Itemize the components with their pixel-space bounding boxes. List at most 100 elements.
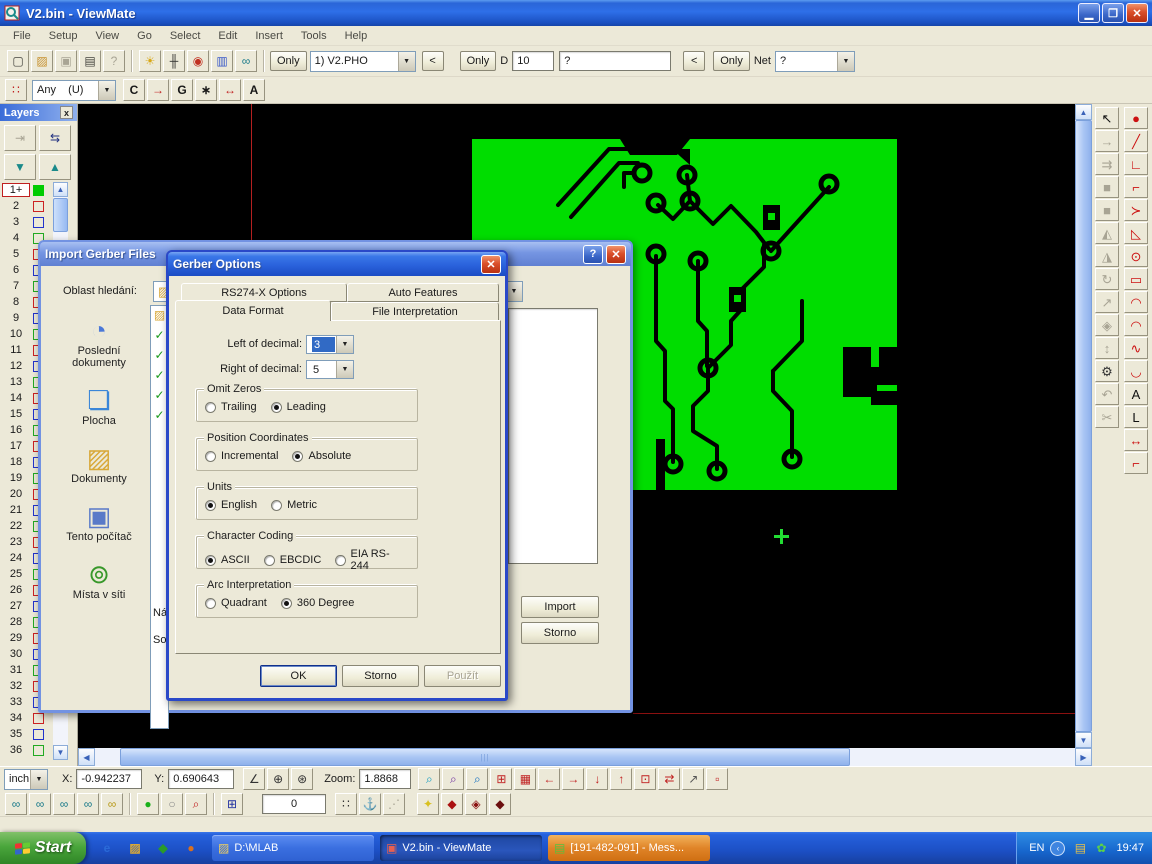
unit-combo[interactable]: inch ▼ bbox=[4, 769, 48, 790]
vertical-scrollbar[interactable]: ▲ ▼ bbox=[1075, 104, 1092, 748]
highlight-off-icon[interactable]: ○ bbox=[161, 793, 183, 815]
highlight-dcode-icon[interactable]: ◉ bbox=[187, 50, 209, 72]
radio-ebcdic[interactable]: EBCDIC bbox=[264, 554, 322, 566]
radio-trailing[interactable]: Trailing bbox=[205, 401, 257, 413]
task-messenger[interactable]: ▤[191-482-091] - Mess... bbox=[548, 835, 710, 861]
place-network[interactable]: ⊚Místa v síti bbox=[51, 559, 147, 601]
radio-button-icon[interactable] bbox=[205, 555, 216, 566]
aperture-list-icon[interactable]: ╫ bbox=[163, 50, 185, 72]
prev-dcode-button[interactable]: < bbox=[683, 51, 705, 71]
radio-metric[interactable]: Metric bbox=[271, 499, 317, 511]
active-layer-combo[interactable]: 1) V2.PHO ▼ bbox=[310, 51, 416, 72]
radio-incremental[interactable]: Incremental bbox=[205, 450, 278, 462]
radio-absolute[interactable]: Absolute bbox=[292, 450, 351, 462]
selected-files-list[interactable] bbox=[508, 308, 598, 564]
zoom-grid-icon[interactable]: ⌕ bbox=[442, 768, 464, 790]
dimension-icon[interactable]: ↔ bbox=[1124, 429, 1148, 451]
radio-quadrant[interactable]: Quadrant bbox=[205, 597, 267, 609]
zoom-tool-icon[interactable]: ⌕ bbox=[418, 768, 440, 790]
radio-ascii[interactable]: ASCII bbox=[205, 554, 250, 566]
table-view-icon[interactable]: ⊞ bbox=[221, 793, 243, 815]
draw-line-icon[interactable]: ╱ bbox=[1124, 130, 1148, 152]
tool-swap-icon[interactable]: ↔ bbox=[219, 79, 241, 101]
place-recent-documents[interactable]: ◔Poslední dokumenty bbox=[51, 315, 147, 369]
new-file-icon[interactable]: ▢ bbox=[7, 50, 29, 72]
tray-app-icon[interactable]: ✿ bbox=[1093, 837, 1109, 859]
tool-a-icon[interactable]: A bbox=[243, 79, 265, 101]
start-button[interactable]: Start bbox=[0, 832, 86, 864]
tab-file-interpretation[interactable]: File Interpretation bbox=[331, 302, 499, 321]
menu-file[interactable]: File bbox=[4, 28, 40, 44]
snap-vertex-icon[interactable]: ◈ bbox=[465, 793, 487, 815]
flash-pad-icon[interactable]: ● bbox=[1124, 107, 1148, 129]
draw-vertex-icon[interactable]: ≻ bbox=[1124, 199, 1148, 221]
radio-eia-rs-244[interactable]: EIA RS-244 bbox=[335, 548, 403, 572]
zoom-selection-icon[interactable]: ⌕ bbox=[466, 768, 488, 790]
scroll-down-icon[interactable]: ▼ bbox=[53, 745, 68, 760]
layers-close-icon[interactable]: x bbox=[60, 106, 73, 119]
layer-color-box[interactable] bbox=[33, 185, 44, 196]
net-filter-combo[interactable]: ? ▼ bbox=[775, 51, 855, 72]
crosshair-icon[interactable]: ⊕ bbox=[267, 768, 289, 790]
horizontal-scrollbar[interactable]: ◀ ||| ▶ bbox=[78, 748, 1092, 766]
menu-edit[interactable]: Edit bbox=[209, 28, 246, 44]
label-tool-icon[interactable]: L bbox=[1124, 406, 1148, 428]
scroll-up-icon[interactable]: ▲ bbox=[1075, 104, 1092, 120]
select-cursor-icon[interactable]: ↖ bbox=[1095, 107, 1119, 129]
layer-row-3[interactable]: 3 bbox=[2, 214, 52, 230]
open-file-icon[interactable]: ▨ bbox=[31, 50, 53, 72]
place-my-computer[interactable]: ▣Tento počítač bbox=[51, 501, 147, 543]
close-icon[interactable]: ✕ bbox=[481, 255, 501, 274]
dcode-input[interactable]: 10 bbox=[512, 51, 554, 71]
task-dmlab[interactable]: ▨D:\MLAB bbox=[212, 835, 374, 861]
chevron-down-icon[interactable]: ▼ bbox=[98, 81, 115, 100]
layer-color-box[interactable] bbox=[33, 201, 44, 212]
menu-go[interactable]: Go bbox=[128, 28, 161, 44]
place-documents[interactable]: ▨Dokumenty bbox=[51, 443, 147, 485]
angle-measure-icon[interactable]: ∠ bbox=[243, 768, 265, 790]
select-frame-icon[interactable]: ▫ bbox=[706, 768, 728, 790]
pan-down-icon[interactable]: ↓ bbox=[586, 768, 608, 790]
only-layer-button[interactable]: Only bbox=[270, 51, 307, 71]
snap-pad-icon[interactable]: ◆ bbox=[441, 793, 463, 815]
layer-row-2[interactable]: 2 bbox=[2, 198, 52, 214]
highlight-on-icon[interactable]: ● bbox=[137, 793, 159, 815]
menu-view[interactable]: View bbox=[86, 28, 128, 44]
scrollbar-thumb[interactable] bbox=[53, 198, 68, 232]
radio-button-icon[interactable] bbox=[292, 451, 303, 462]
locate-icon[interactable]: ⊛ bbox=[291, 768, 313, 790]
place-desktop[interactable]: ❏Plocha bbox=[51, 385, 147, 427]
close-button[interactable]: ✕ bbox=[1126, 3, 1148, 23]
print-icon[interactable]: ▤ bbox=[79, 50, 101, 72]
layer-color-box[interactable] bbox=[33, 713, 44, 724]
radio-button-icon[interactable] bbox=[205, 598, 216, 609]
right-of-decimal-combo[interactable]: 5 ▼ bbox=[306, 360, 354, 379]
pan-right-icon[interactable]: → bbox=[562, 768, 584, 790]
only-dcode-button[interactable]: Only bbox=[460, 51, 497, 71]
corner-tool-icon[interactable]: ⌐ bbox=[1124, 452, 1148, 474]
chevron-down-icon[interactable]: ▼ bbox=[336, 361, 353, 378]
radio-button-icon[interactable] bbox=[264, 555, 275, 566]
draw-u-shape-icon[interactable]: ⌐ bbox=[1124, 176, 1148, 198]
move-layer-up-icon[interactable]: ▲ bbox=[39, 154, 71, 180]
flash-highlight-icon[interactable]: ☀ bbox=[139, 50, 161, 72]
radio-button-icon[interactable] bbox=[281, 598, 292, 609]
draw-corner-icon[interactable]: ∟ bbox=[1124, 153, 1148, 175]
explorer-icon[interactable]: ▨ bbox=[125, 837, 145, 859]
scrollbar-thumb[interactable]: ||| bbox=[120, 748, 850, 766]
layer-color-box[interactable] bbox=[33, 729, 44, 740]
radio-button-icon[interactable] bbox=[271, 402, 282, 413]
layer-row-1[interactable]: 1+ bbox=[2, 182, 52, 198]
reader-icon[interactable]: ◆ bbox=[153, 837, 173, 859]
sketch-icon[interactable]: ◡ bbox=[1124, 360, 1148, 382]
menu-help[interactable]: Help bbox=[336, 28, 377, 44]
layer-row-35[interactable]: 35 bbox=[2, 726, 52, 742]
minimize-button[interactable]: ▁ bbox=[1078, 3, 1100, 23]
scroll-down-icon[interactable]: ▼ bbox=[1075, 732, 1092, 748]
tool-star-icon[interactable]: ∗ bbox=[195, 79, 217, 101]
reorder-layers-icon[interactable]: ⇆ bbox=[39, 125, 71, 151]
grid-full-icon[interactable]: ▦ bbox=[514, 768, 536, 790]
selection-grid-icon[interactable]: ∷ bbox=[5, 79, 27, 101]
view-pads-icon[interactable]: ∞ bbox=[5, 793, 27, 815]
tab-data-format[interactable]: Data Format bbox=[175, 300, 331, 321]
